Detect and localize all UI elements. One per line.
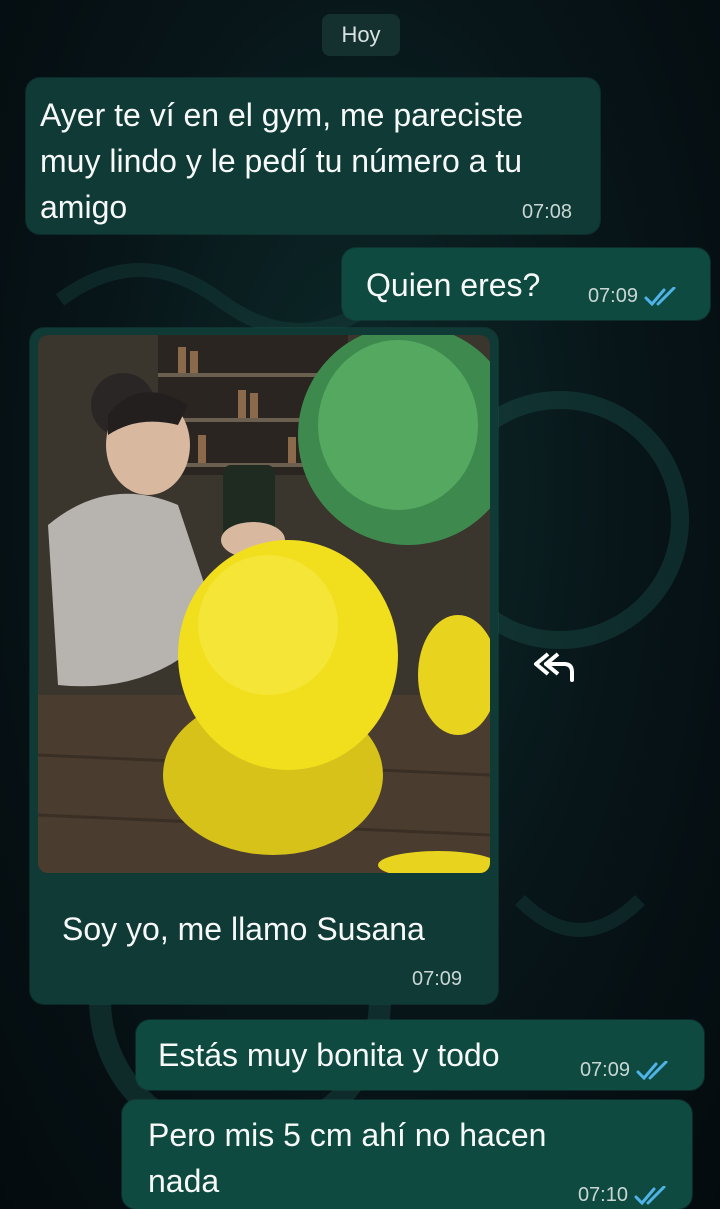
message-time: 07:09 [587, 285, 638, 307]
message-photo[interactable] [38, 335, 490, 873]
message-time: 07:10 [577, 1184, 628, 1206]
message-bubble-outgoing[interactable]: Pero mis 5 cm ahí no hacen nada 07:10 [122, 1100, 692, 1209]
message-bubble-outgoing[interactable]: Estás muy bonita y todo 07:09 [136, 1020, 704, 1090]
message-bubble-outgoing[interactable]: Quien eres? 07:09 [342, 248, 710, 320]
image-caption: Soy yo, me llamo Susana [62, 911, 425, 947]
double-check-icon [644, 286, 676, 306]
message-time: 07:08 [521, 201, 572, 223]
message-text: Pero mis 5 cm ahí no hacen nada [148, 1117, 547, 1199]
message-time: 07:09 [412, 968, 463, 990]
message-time: 07:09 [579, 1059, 630, 1081]
message-bubble-incoming[interactable]: Ayer te ví en el gym, me pareciste muy l… [26, 78, 600, 234]
date-label: Hoy [341, 22, 381, 47]
forward-icon[interactable] [530, 648, 578, 684]
double-check-icon [634, 1185, 666, 1205]
photo-illustration [38, 335, 490, 873]
double-check-icon [636, 1060, 668, 1080]
message-text: Ayer te ví en el gym, me pareciste muy l… [40, 97, 524, 225]
date-chip: Hoy [322, 14, 400, 56]
